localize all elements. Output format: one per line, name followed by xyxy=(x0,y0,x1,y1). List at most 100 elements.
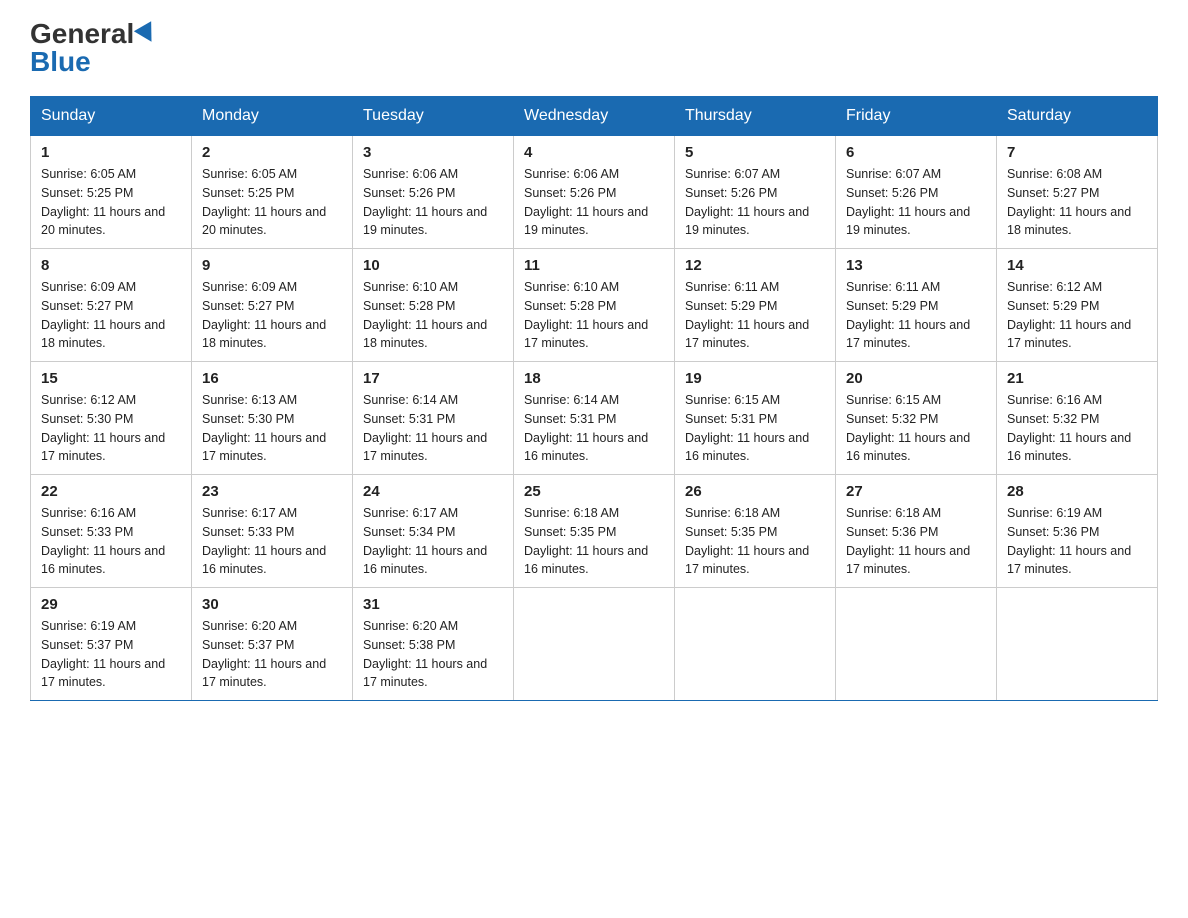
calendar-cell: 16 Sunrise: 6:13 AMSunset: 5:30 PMDaylig… xyxy=(192,362,353,475)
day-info: Sunrise: 6:19 AMSunset: 5:36 PMDaylight:… xyxy=(1007,506,1131,576)
day-number: 19 xyxy=(685,370,825,387)
calendar-cell: 8 Sunrise: 6:09 AMSunset: 5:27 PMDayligh… xyxy=(31,249,192,362)
day-number: 30 xyxy=(202,596,342,613)
day-number: 15 xyxy=(41,370,181,387)
logo-triangle-icon xyxy=(134,21,160,47)
weekday-header-wednesday: Wednesday xyxy=(514,97,675,136)
weekday-header-monday: Monday xyxy=(192,97,353,136)
day-number: 24 xyxy=(363,483,503,500)
calendar-cell: 31 Sunrise: 6:20 AMSunset: 5:38 PMDaylig… xyxy=(353,588,514,701)
day-info: Sunrise: 6:07 AMSunset: 5:26 PMDaylight:… xyxy=(846,167,970,237)
page-header: General Blue xyxy=(30,20,1158,76)
day-number: 8 xyxy=(41,257,181,274)
calendar-cell: 24 Sunrise: 6:17 AMSunset: 5:34 PMDaylig… xyxy=(353,475,514,588)
calendar-cell: 19 Sunrise: 6:15 AMSunset: 5:31 PMDaylig… xyxy=(675,362,836,475)
logo-general-text: General xyxy=(30,20,134,48)
logo-blue-text: Blue xyxy=(30,48,91,76)
weekday-header-row: SundayMondayTuesdayWednesdayThursdayFrid… xyxy=(31,97,1158,136)
day-number: 7 xyxy=(1007,144,1147,161)
day-info: Sunrise: 6:14 AMSunset: 5:31 PMDaylight:… xyxy=(524,393,648,463)
calendar-cell: 10 Sunrise: 6:10 AMSunset: 5:28 PMDaylig… xyxy=(353,249,514,362)
calendar-cell xyxy=(675,588,836,701)
day-number: 11 xyxy=(524,257,664,274)
logo: General Blue xyxy=(30,20,157,76)
calendar-cell: 3 Sunrise: 6:06 AMSunset: 5:26 PMDayligh… xyxy=(353,136,514,249)
day-number: 21 xyxy=(1007,370,1147,387)
day-info: Sunrise: 6:19 AMSunset: 5:37 PMDaylight:… xyxy=(41,619,165,689)
day-info: Sunrise: 6:17 AMSunset: 5:33 PMDaylight:… xyxy=(202,506,326,576)
day-number: 28 xyxy=(1007,483,1147,500)
day-info: Sunrise: 6:13 AMSunset: 5:30 PMDaylight:… xyxy=(202,393,326,463)
weekday-header-sunday: Sunday xyxy=(31,97,192,136)
day-info: Sunrise: 6:09 AMSunset: 5:27 PMDaylight:… xyxy=(41,280,165,350)
calendar-cell: 18 Sunrise: 6:14 AMSunset: 5:31 PMDaylig… xyxy=(514,362,675,475)
day-info: Sunrise: 6:12 AMSunset: 5:30 PMDaylight:… xyxy=(41,393,165,463)
day-number: 27 xyxy=(846,483,986,500)
calendar-cell: 4 Sunrise: 6:06 AMSunset: 5:26 PMDayligh… xyxy=(514,136,675,249)
day-number: 29 xyxy=(41,596,181,613)
day-info: Sunrise: 6:17 AMSunset: 5:34 PMDaylight:… xyxy=(363,506,487,576)
calendar-cell: 5 Sunrise: 6:07 AMSunset: 5:26 PMDayligh… xyxy=(675,136,836,249)
day-info: Sunrise: 6:08 AMSunset: 5:27 PMDaylight:… xyxy=(1007,167,1131,237)
day-info: Sunrise: 6:11 AMSunset: 5:29 PMDaylight:… xyxy=(846,280,970,350)
weekday-header-saturday: Saturday xyxy=(997,97,1158,136)
calendar-cell xyxy=(836,588,997,701)
day-number: 31 xyxy=(363,596,503,613)
calendar-cell: 12 Sunrise: 6:11 AMSunset: 5:29 PMDaylig… xyxy=(675,249,836,362)
calendar-cell: 28 Sunrise: 6:19 AMSunset: 5:36 PMDaylig… xyxy=(997,475,1158,588)
calendar-cell: 30 Sunrise: 6:20 AMSunset: 5:37 PMDaylig… xyxy=(192,588,353,701)
calendar-cell: 6 Sunrise: 6:07 AMSunset: 5:26 PMDayligh… xyxy=(836,136,997,249)
day-info: Sunrise: 6:05 AMSunset: 5:25 PMDaylight:… xyxy=(41,167,165,237)
calendar-cell: 22 Sunrise: 6:16 AMSunset: 5:33 PMDaylig… xyxy=(31,475,192,588)
day-number: 10 xyxy=(363,257,503,274)
calendar-cell: 15 Sunrise: 6:12 AMSunset: 5:30 PMDaylig… xyxy=(31,362,192,475)
weekday-header-thursday: Thursday xyxy=(675,97,836,136)
day-info: Sunrise: 6:07 AMSunset: 5:26 PMDaylight:… xyxy=(685,167,809,237)
calendar-week-row: 15 Sunrise: 6:12 AMSunset: 5:30 PMDaylig… xyxy=(31,362,1158,475)
day-number: 25 xyxy=(524,483,664,500)
calendar-cell: 14 Sunrise: 6:12 AMSunset: 5:29 PMDaylig… xyxy=(997,249,1158,362)
day-number: 4 xyxy=(524,144,664,161)
calendar-cell: 23 Sunrise: 6:17 AMSunset: 5:33 PMDaylig… xyxy=(192,475,353,588)
calendar-cell: 13 Sunrise: 6:11 AMSunset: 5:29 PMDaylig… xyxy=(836,249,997,362)
calendar-cell: 20 Sunrise: 6:15 AMSunset: 5:32 PMDaylig… xyxy=(836,362,997,475)
day-number: 16 xyxy=(202,370,342,387)
day-number: 23 xyxy=(202,483,342,500)
day-number: 20 xyxy=(846,370,986,387)
calendar-cell: 7 Sunrise: 6:08 AMSunset: 5:27 PMDayligh… xyxy=(997,136,1158,249)
day-number: 26 xyxy=(685,483,825,500)
day-info: Sunrise: 6:20 AMSunset: 5:38 PMDaylight:… xyxy=(363,619,487,689)
day-number: 6 xyxy=(846,144,986,161)
day-info: Sunrise: 6:10 AMSunset: 5:28 PMDaylight:… xyxy=(524,280,648,350)
day-info: Sunrise: 6:16 AMSunset: 5:33 PMDaylight:… xyxy=(41,506,165,576)
day-number: 22 xyxy=(41,483,181,500)
calendar-cell: 1 Sunrise: 6:05 AMSunset: 5:25 PMDayligh… xyxy=(31,136,192,249)
day-info: Sunrise: 6:18 AMSunset: 5:35 PMDaylight:… xyxy=(685,506,809,576)
calendar-week-row: 1 Sunrise: 6:05 AMSunset: 5:25 PMDayligh… xyxy=(31,136,1158,249)
calendar-week-row: 8 Sunrise: 6:09 AMSunset: 5:27 PMDayligh… xyxy=(31,249,1158,362)
calendar-week-row: 29 Sunrise: 6:19 AMSunset: 5:37 PMDaylig… xyxy=(31,588,1158,701)
day-number: 13 xyxy=(846,257,986,274)
calendar-cell: 2 Sunrise: 6:05 AMSunset: 5:25 PMDayligh… xyxy=(192,136,353,249)
day-info: Sunrise: 6:18 AMSunset: 5:36 PMDaylight:… xyxy=(846,506,970,576)
calendar-cell: 25 Sunrise: 6:18 AMSunset: 5:35 PMDaylig… xyxy=(514,475,675,588)
day-info: Sunrise: 6:14 AMSunset: 5:31 PMDaylight:… xyxy=(363,393,487,463)
calendar-cell: 21 Sunrise: 6:16 AMSunset: 5:32 PMDaylig… xyxy=(997,362,1158,475)
day-number: 17 xyxy=(363,370,503,387)
calendar-cell: 17 Sunrise: 6:14 AMSunset: 5:31 PMDaylig… xyxy=(353,362,514,475)
calendar-cell: 29 Sunrise: 6:19 AMSunset: 5:37 PMDaylig… xyxy=(31,588,192,701)
day-number: 2 xyxy=(202,144,342,161)
calendar-cell: 26 Sunrise: 6:18 AMSunset: 5:35 PMDaylig… xyxy=(675,475,836,588)
weekday-header-friday: Friday xyxy=(836,97,997,136)
calendar-cell: 27 Sunrise: 6:18 AMSunset: 5:36 PMDaylig… xyxy=(836,475,997,588)
calendar-week-row: 22 Sunrise: 6:16 AMSunset: 5:33 PMDaylig… xyxy=(31,475,1158,588)
day-number: 3 xyxy=(363,144,503,161)
calendar-table: SundayMondayTuesdayWednesdayThursdayFrid… xyxy=(30,96,1158,701)
day-info: Sunrise: 6:05 AMSunset: 5:25 PMDaylight:… xyxy=(202,167,326,237)
day-number: 18 xyxy=(524,370,664,387)
day-info: Sunrise: 6:11 AMSunset: 5:29 PMDaylight:… xyxy=(685,280,809,350)
day-info: Sunrise: 6:20 AMSunset: 5:37 PMDaylight:… xyxy=(202,619,326,689)
day-number: 14 xyxy=(1007,257,1147,274)
weekday-header-tuesday: Tuesday xyxy=(353,97,514,136)
calendar-cell: 9 Sunrise: 6:09 AMSunset: 5:27 PMDayligh… xyxy=(192,249,353,362)
